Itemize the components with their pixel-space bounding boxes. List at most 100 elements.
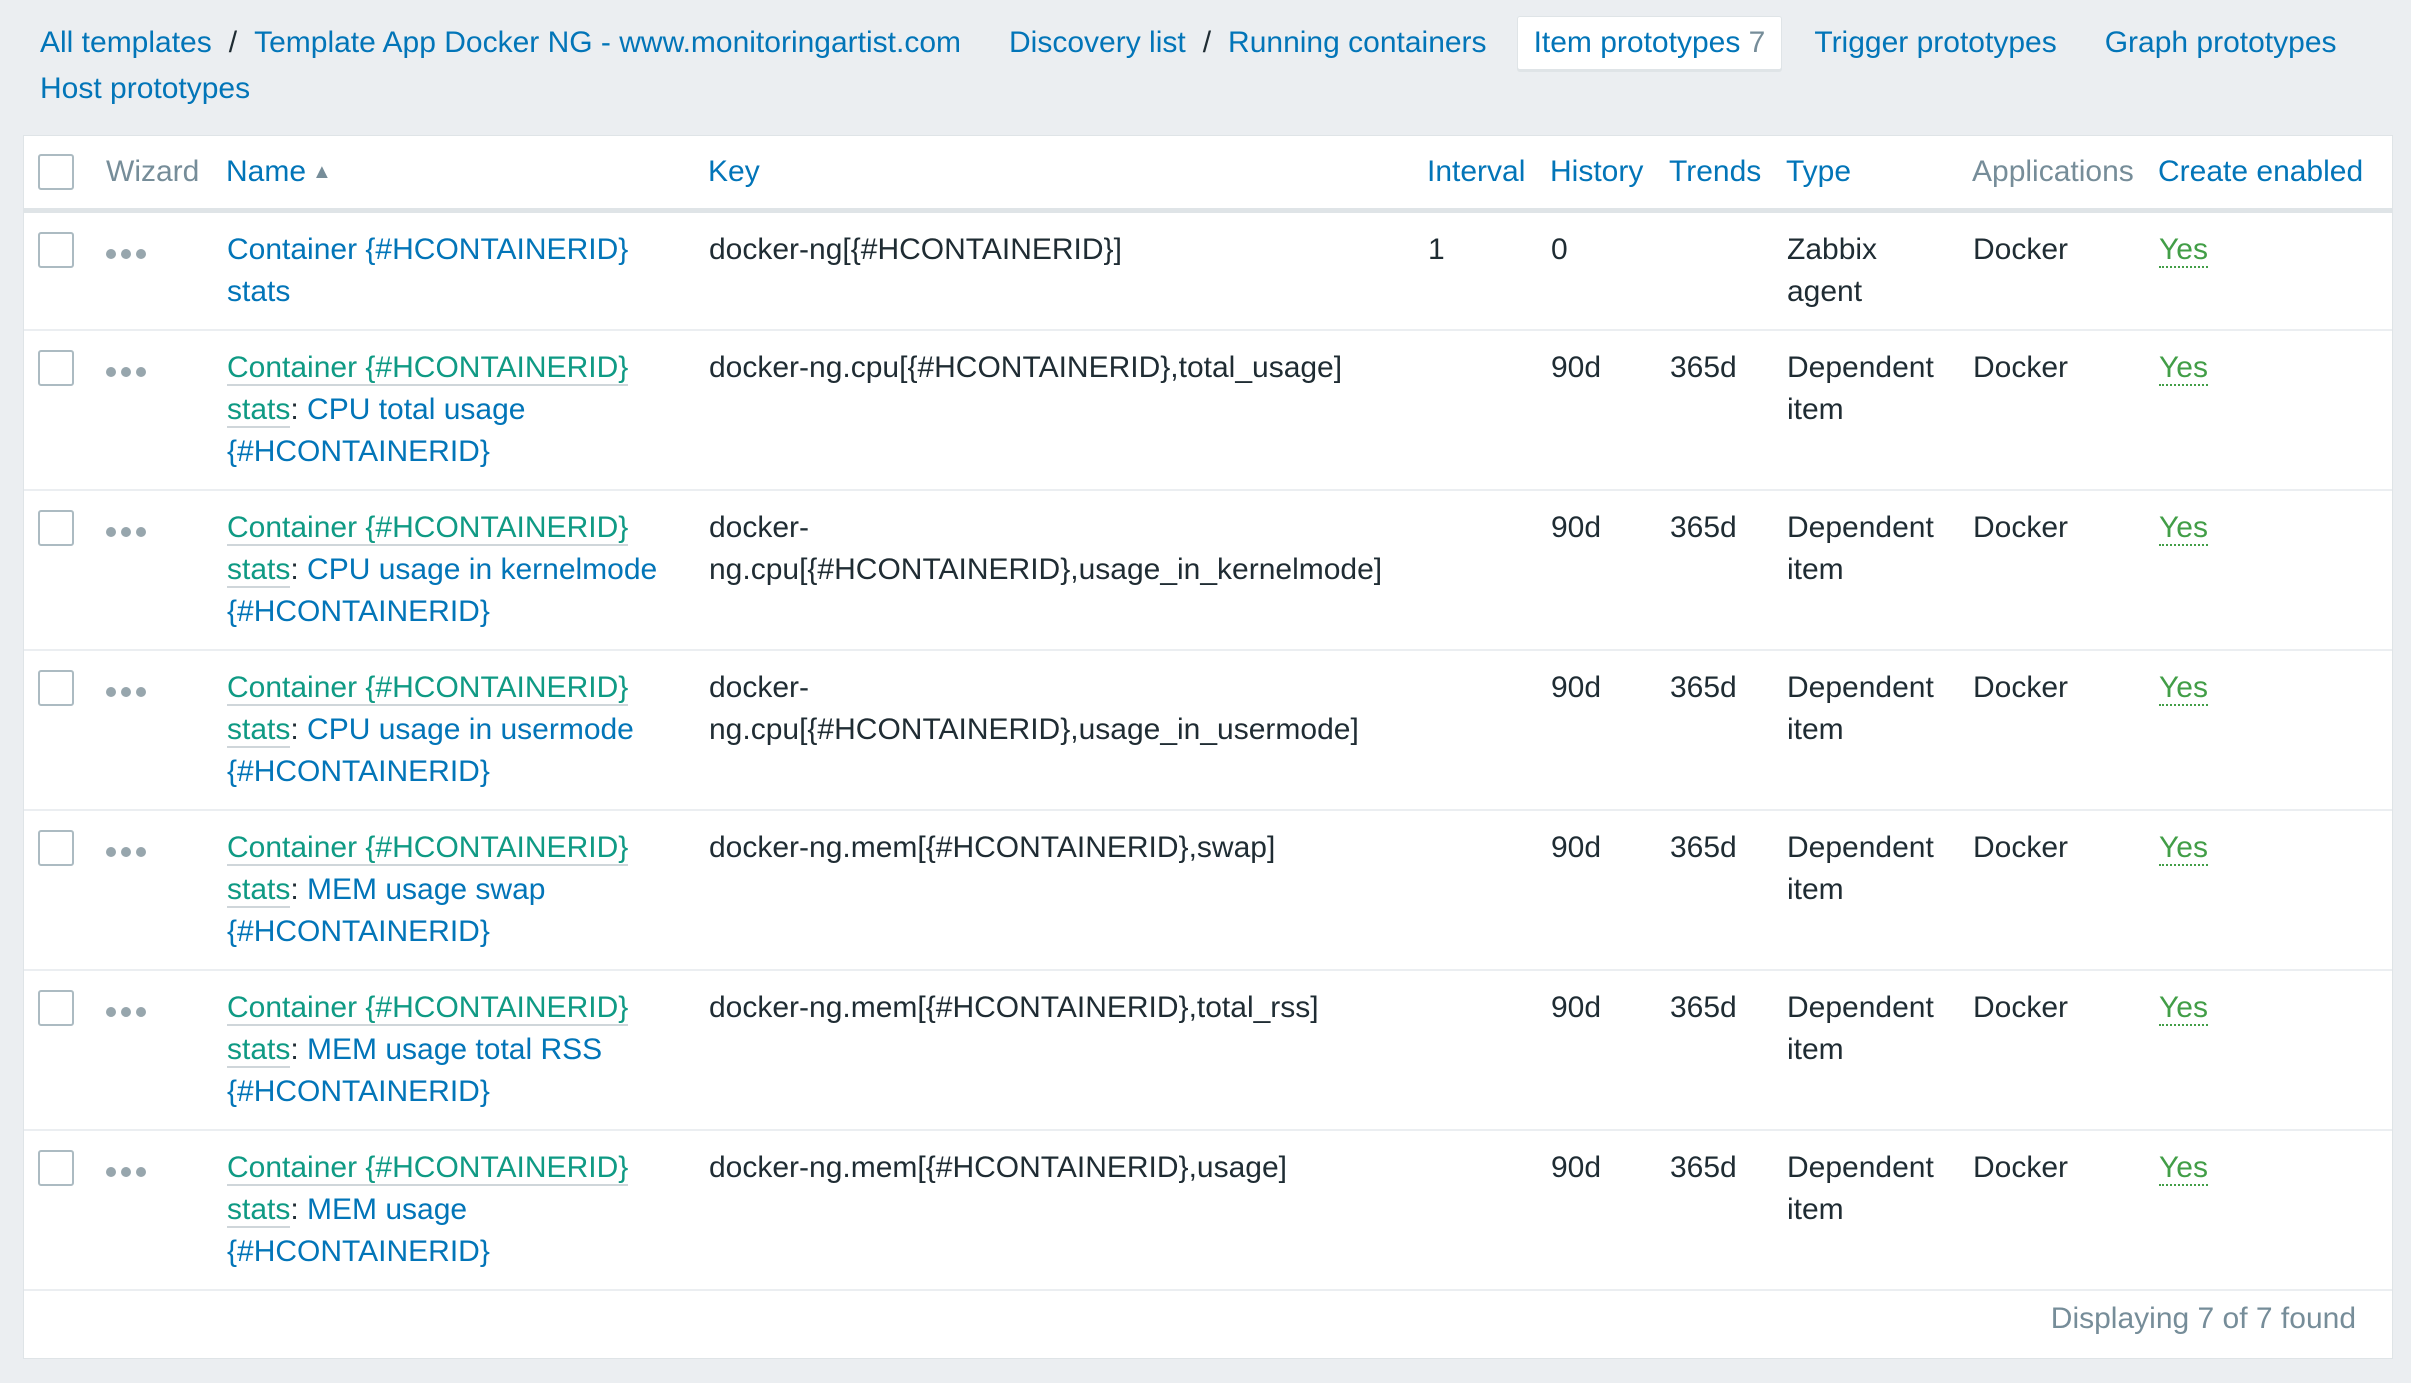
trends-cell [1669,210,1786,331]
column-wizard: Wizard [106,136,226,213]
applications-cell: Docker [1972,330,2158,491]
create-enabled-toggle[interactable]: Yes [2159,671,2208,706]
interval-cell [1427,970,1550,1131]
tab-item-prototypes-label: Item prototypes [1533,26,1741,59]
applications-cell: Docker [1972,210,2158,331]
create-enabled-toggle[interactable]: Yes [2159,233,2208,268]
column-history[interactable]: History [1550,136,1669,213]
create-enabled-cell: Yes [2158,490,2392,651]
column-type[interactable]: Type [1786,136,1972,213]
tab-item-prototypes-count: 7 [1748,26,1766,59]
table-row: Container {#HCONTAINERID} stats: CPU tot… [24,330,2392,491]
name-cell: Container {#HCONTAINERID} stats: CPU usa… [226,490,708,651]
name-separator: : [290,713,308,746]
interval-cell [1427,330,1550,491]
applications-cell: Docker [1972,490,2158,651]
name-cell: Container {#HCONTAINERID} stats: MEM usa… [226,970,708,1131]
row-checkbox[interactable] [38,990,74,1026]
name-separator: : [290,393,308,426]
key-cell: docker-ng.mem[{#HCONTAINERID},usage] [708,1130,1427,1291]
breadcrumb-discovery-list[interactable]: Discovery list [1009,20,1186,66]
interval-cell [1427,1130,1550,1291]
history-cell: 90d [1550,650,1669,811]
column-create-enabled[interactable]: Create enabled [2158,136,2392,213]
create-enabled-cell: Yes [2158,650,2392,811]
breadcrumb-template[interactable]: Template App Docker NG - www.monitoringa… [254,20,961,66]
wizard-menu-icon[interactable] [106,249,146,259]
table-row: Container {#HCONTAINERID} stats: MEM usa… [24,810,2392,971]
row-checkbox[interactable] [38,1150,74,1186]
name-separator: : [290,1193,308,1226]
tab-trigger-prototypes[interactable]: Trigger prototypes [1814,20,2056,66]
create-enabled-cell: Yes [2158,810,2392,971]
key-cell: docker-ng.mem[{#HCONTAINERID},swap] [708,810,1427,971]
table-row: Container {#HCONTAINERID} stats: CPU usa… [24,650,2392,811]
trends-cell: 365d [1669,970,1786,1131]
name-cell: Container {#HCONTAINERID} stats: CPU usa… [226,650,708,811]
wizard-menu-icon[interactable] [106,527,146,537]
name-cell: Container {#HCONTAINERID} stats: CPU tot… [226,330,708,491]
type-cell: Dependent item [1786,330,1972,491]
create-enabled-toggle[interactable]: Yes [2159,511,2208,546]
item-prototypes-panel: Wizard Name ▲ Key Interval History Trends… [23,135,2393,1359]
key-cell: docker-ng[{#HCONTAINERID}] [708,210,1427,331]
history-cell: 90d [1550,970,1669,1131]
history-cell: 90d [1550,1130,1669,1291]
name-cell: Container {#HCONTAINERID} stats: MEM usa… [226,810,708,971]
wizard-menu-icon[interactable] [106,687,146,697]
create-enabled-toggle[interactable]: Yes [2159,1151,2208,1186]
tab-graph-prototypes[interactable]: Graph prototypes [2105,20,2337,66]
row-checkbox[interactable] [38,830,74,866]
column-name[interactable]: Name ▲ [226,136,708,213]
row-checkbox[interactable] [38,670,74,706]
wizard-menu-icon[interactable] [106,847,146,857]
name-separator: : [290,873,308,906]
wizard-menu-icon[interactable] [106,367,146,377]
applications-cell: Docker [1972,810,2158,971]
column-name-label: Name [226,155,307,188]
history-cell: 90d [1550,810,1669,971]
row-checkbox[interactable] [38,232,74,268]
row-checkbox[interactable] [38,350,74,386]
type-cell: Dependent item [1786,970,1972,1131]
scrollbar[interactable] [2406,0,2411,1383]
breadcrumb-discovery-rule[interactable]: Running containers [1228,20,1487,66]
applications-cell: Docker [1972,650,2158,811]
table-row: Container {#HCONTAINERID} stats: MEM usa… [24,970,2392,1131]
applications-cell: Docker [1972,970,2158,1131]
trends-cell: 365d [1669,330,1786,491]
item-prototype-link[interactable]: Container {#HCONTAINERID} stats [227,233,628,308]
type-cell: Dependent item [1786,650,1972,811]
breadcrumb-all-templates[interactable]: All templates [40,20,212,66]
interval-cell: 1 [1427,210,1550,331]
column-applications: Applications [1972,136,2158,213]
create-enabled-cell: Yes [2158,210,2392,331]
trends-cell: 365d [1669,810,1786,971]
key-cell: docker-ng.mem[{#HCONTAINERID},total_rss] [708,970,1427,1131]
table-row: Container {#HCONTAINERID} stats: CPU usa… [24,490,2392,651]
column-trends[interactable]: Trends [1669,136,1786,213]
tab-host-prototypes[interactable]: Host prototypes [40,66,250,112]
history-cell: 90d [1550,330,1669,491]
column-key[interactable]: Key [708,136,1427,213]
navigation-bar: All templates / Template App Docker NG -… [40,16,2380,112]
create-enabled-toggle[interactable]: Yes [2159,831,2208,866]
column-interval[interactable]: Interval [1427,136,1550,213]
create-enabled-toggle[interactable]: Yes [2159,351,2208,386]
wizard-menu-icon[interactable] [106,1167,146,1177]
type-cell: Dependent item [1786,490,1972,651]
select-all-checkbox[interactable] [38,154,74,191]
sort-ascending-icon: ▲ [312,161,332,183]
breadcrumb-separator: / [1202,26,1212,59]
item-prototypes-table: Wizard Name ▲ Key Interval History Trends… [24,136,2392,1291]
create-enabled-toggle[interactable]: Yes [2159,991,2208,1026]
key-cell: docker-ng.cpu[{#HCONTAINERID},total_usag… [708,330,1427,491]
table-summary: Displaying 7 of 7 found [2050,1302,2356,1335]
table-row: Container {#HCONTAINERID} stats docker-ng… [24,210,2392,331]
name-cell: Container {#HCONTAINERID} stats: MEM usa… [226,1130,708,1291]
row-checkbox[interactable] [38,510,74,546]
wizard-menu-icon[interactable] [106,1007,146,1017]
tab-item-prototypes[interactable]: Item prototypes 7 [1516,16,1783,70]
breadcrumb-separator: / [228,26,238,59]
type-cell: Dependent item [1786,1130,1972,1291]
